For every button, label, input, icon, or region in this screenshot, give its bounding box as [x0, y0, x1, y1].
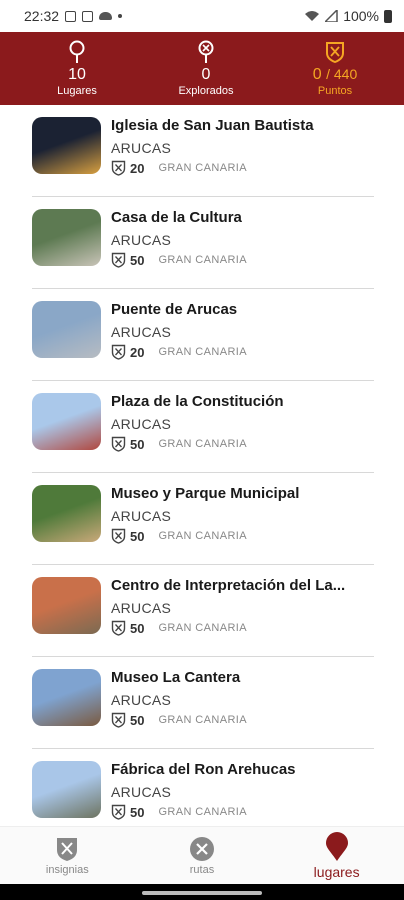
- place-region: GRAN CANARIA: [158, 438, 248, 450]
- points-shield-icon: [111, 712, 126, 728]
- status-bar: 22:32 100%: [0, 0, 404, 32]
- points-shield-icon: [111, 436, 126, 452]
- places-list[interactable]: Iglesia de San Juan Bautista ARUCAS 20 G…: [0, 105, 404, 830]
- nav-routes-label: rutas: [189, 863, 215, 876]
- place-name: Museo La Cantera: [111, 669, 241, 686]
- shield-icon: [325, 41, 345, 63]
- stat-points: 0 / 440 Puntos: [280, 41, 390, 97]
- explored-label: Explorados: [178, 85, 234, 97]
- place-thumbnail: [32, 301, 101, 358]
- stat-explored: 0 Explorados: [151, 40, 261, 97]
- points-shield-icon: [111, 160, 126, 176]
- battery-icon: [384, 9, 392, 23]
- place-name: Museo y Parque Municipal: [111, 485, 300, 502]
- place-thumbnail: [32, 577, 101, 634]
- place-points: 50: [130, 436, 145, 452]
- place-list-item[interactable]: Fábrica del Ron Arehucas ARUCAS 50 GRAN …: [32, 749, 374, 830]
- place-points: 50: [130, 712, 145, 728]
- place-city: ARUCAS: [111, 600, 172, 616]
- place-thumbnail: [32, 117, 101, 174]
- explored-pin-icon: [197, 40, 215, 64]
- map-pin-icon: [325, 831, 348, 861]
- place-points: 50: [130, 528, 145, 544]
- wifi-icon: [305, 11, 320, 21]
- place-points: 20: [130, 160, 145, 176]
- app-notification-icon: [82, 10, 94, 22]
- place-region: GRAN CANARIA: [158, 254, 248, 266]
- place-points: 20: [130, 344, 145, 360]
- place-region: GRAN CANARIA: [158, 714, 248, 726]
- place-region: GRAN CANARIA: [158, 806, 248, 818]
- points-shield-icon: [111, 528, 126, 544]
- stat-places: 10 Lugares: [22, 40, 132, 97]
- explored-count: 0: [201, 66, 211, 83]
- nav-places[interactable]: lugares: [277, 831, 397, 880]
- stats-header: 10 Lugares 0 Explorados 0 / 440 Puntos: [0, 32, 404, 105]
- place-city: ARUCAS: [111, 232, 172, 248]
- points-label: Puntos: [317, 84, 353, 97]
- place-list-item[interactable]: Museo La Cantera ARUCAS 50 GRAN CANARIA: [32, 657, 374, 749]
- routes-icon: [189, 836, 214, 861]
- place-thumbnail: [32, 761, 101, 818]
- battery-percent: 100%: [343, 8, 379, 24]
- place-city: ARUCAS: [111, 324, 172, 340]
- place-city: ARUCAS: [111, 416, 172, 432]
- pin-icon: [68, 40, 86, 64]
- place-points: 50: [130, 620, 145, 636]
- badge-shield-icon: [57, 837, 78, 861]
- place-name: Puente de Arucas: [111, 301, 238, 318]
- place-region: GRAN CANARIA: [158, 530, 248, 542]
- place-city: ARUCAS: [111, 140, 172, 156]
- nav-places-label: lugares: [313, 863, 360, 880]
- place-region: GRAN CANARIA: [158, 622, 248, 634]
- place-list-item[interactable]: Plaza de la Constitución ARUCAS 50 GRAN …: [32, 381, 374, 473]
- signal-icon: [325, 10, 338, 22]
- place-points: 50: [130, 804, 145, 820]
- place-list-item[interactable]: Centro de Interpretación del La... ARUCA…: [32, 565, 374, 657]
- image-notification-icon: [65, 10, 77, 22]
- points-shield-icon: [111, 620, 126, 636]
- places-count: 10: [68, 66, 86, 83]
- nav-routes[interactable]: rutas: [142, 836, 262, 876]
- home-gesture-handle[interactable]: [142, 891, 262, 895]
- place-name: Fábrica del Ron Arehucas: [111, 761, 296, 778]
- place-name: Iglesia de San Juan Bautista: [111, 117, 314, 134]
- place-points: 50: [130, 252, 145, 268]
- status-time: 22:32: [24, 8, 60, 24]
- cloud-icon: [99, 12, 113, 20]
- place-name: Casa de la Cultura: [111, 209, 242, 226]
- more-notifications-icon: [118, 14, 123, 18]
- place-city: ARUCAS: [111, 508, 172, 524]
- place-thumbnail: [32, 669, 101, 726]
- place-city: ARUCAS: [111, 784, 172, 800]
- place-name: Centro de Interpretación del La...: [111, 577, 346, 594]
- place-list-item[interactable]: Museo y Parque Municipal ARUCAS 50 GRAN …: [32, 473, 374, 565]
- place-region: GRAN CANARIA: [158, 162, 248, 174]
- gesture-bar: [0, 884, 404, 900]
- place-thumbnail: [32, 209, 101, 266]
- nav-badges[interactable]: insignias: [7, 836, 127, 876]
- points-shield-icon: [111, 252, 126, 268]
- place-thumbnail: [32, 485, 101, 542]
- place-list-item[interactable]: Puente de Arucas ARUCAS 20 GRAN CANARIA: [32, 289, 374, 381]
- points-shield-icon: [111, 804, 126, 820]
- place-city: ARUCAS: [111, 692, 172, 708]
- points-total: / 440: [326, 65, 358, 82]
- nav-badges-label: insignias: [45, 863, 89, 876]
- place-region: GRAN CANARIA: [158, 346, 248, 358]
- place-name: Plaza de la Constitución: [111, 393, 284, 410]
- place-list-item[interactable]: Casa de la Cultura ARUCAS 50 GRAN CANARI…: [32, 197, 374, 289]
- points-value: 0: [312, 65, 322, 83]
- places-label: Lugares: [57, 85, 97, 97]
- place-list-item[interactable]: Iglesia de San Juan Bautista ARUCAS 20 G…: [32, 105, 374, 197]
- bottom-navigation: insignias rutas lugares: [0, 826, 404, 884]
- place-thumbnail: [32, 393, 101, 450]
- points-shield-icon: [111, 344, 126, 360]
